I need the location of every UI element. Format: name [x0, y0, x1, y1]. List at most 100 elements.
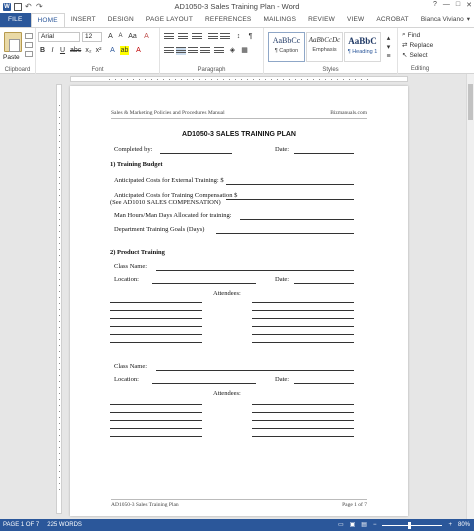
align-center-icon[interactable] [176, 47, 186, 55]
font-color-icon[interactable]: A [134, 46, 143, 55]
format-painter-icon[interactable] [25, 51, 33, 57]
tab-design[interactable]: DESIGN [102, 13, 140, 27]
vertical-scrollbar[interactable] [466, 74, 474, 519]
tab-page-layout[interactable]: PAGE LAYOUT [140, 13, 199, 27]
select-button[interactable]: ↖ Select [402, 51, 428, 60]
cut-icon[interactable] [25, 33, 33, 39]
attendee-line[interactable] [252, 342, 354, 343]
man-hours-line[interactable] [240, 219, 354, 220]
attendee-line[interactable] [110, 342, 202, 343]
minimize-button[interactable]: — [443, 1, 450, 9]
zoom-slider[interactable] [382, 521, 443, 529]
font-name-select[interactable]: Arial [38, 32, 80, 42]
zoom-out-icon[interactable]: − [373, 519, 377, 531]
date-line-3[interactable] [294, 383, 354, 384]
attendee-line[interactable] [110, 326, 202, 327]
shrink-font-icon[interactable]: A [116, 32, 125, 41]
tab-references[interactable]: REFERENCES [199, 13, 257, 27]
highlight-icon[interactable]: ab [120, 46, 129, 55]
bold-button[interactable]: B [38, 46, 47, 55]
page-count[interactable]: PAGE 1 OF 7 [3, 519, 39, 531]
strikethrough-icon[interactable]: abc [70, 46, 81, 55]
align-left-icon[interactable] [164, 47, 174, 55]
replace-button[interactable]: ⇄ Replace [402, 41, 433, 50]
class-name-line[interactable] [156, 270, 354, 271]
grow-font-icon[interactable]: A [106, 32, 115, 41]
attendee-line[interactable] [110, 334, 202, 335]
document-page[interactable]: Sales & Marketing Policies and Procedure… [70, 86, 408, 516]
attendee-line[interactable] [110, 436, 202, 437]
completed-by-line[interactable] [160, 153, 232, 154]
attendee-line[interactable] [110, 318, 202, 319]
web-layout-icon[interactable]: ▤ [361, 519, 367, 531]
read-mode-icon[interactable]: ▭ [338, 519, 344, 531]
align-right-icon[interactable] [188, 47, 198, 55]
attendee-line[interactable] [110, 412, 202, 413]
numbering-icon[interactable] [178, 33, 188, 41]
font-size-select[interactable]: 12 [82, 32, 102, 42]
shading-icon[interactable]: ◈ [228, 46, 237, 55]
tab-home[interactable]: HOME [30, 13, 65, 27]
change-case-icon[interactable]: Aa [128, 32, 137, 41]
location-line-2[interactable] [152, 383, 256, 384]
attendee-line[interactable] [252, 404, 354, 405]
decrease-indent-icon[interactable] [208, 33, 218, 41]
attendee-line[interactable] [110, 420, 202, 421]
underline-button[interactable]: U [58, 46, 67, 55]
attendee-line[interactable] [252, 310, 354, 311]
styles-scroll-up-icon[interactable]: ▴ [384, 34, 393, 43]
style-emphasis[interactable]: AaBbCcDc Emphasis [306, 32, 343, 62]
date-line[interactable] [294, 153, 354, 154]
word-count[interactable]: 225 WORDS [47, 519, 82, 531]
attendee-line[interactable] [252, 420, 354, 421]
increase-indent-icon[interactable] [220, 33, 230, 41]
line-spacing-icon[interactable] [214, 47, 224, 55]
attendee-line[interactable] [252, 412, 354, 413]
attendee-line[interactable] [252, 428, 354, 429]
bullets-icon[interactable] [164, 33, 174, 41]
zoom-level[interactable]: 80% [458, 519, 470, 531]
scrollbar-thumb[interactable] [468, 84, 473, 120]
justify-icon[interactable] [200, 47, 210, 55]
multilevel-list-icon[interactable] [192, 33, 202, 41]
paste-label[interactable]: Paste [3, 54, 20, 61]
borders-icon[interactable]: ▦ [240, 46, 249, 55]
copy-icon[interactable] [25, 42, 33, 48]
clear-formatting-icon[interactable]: A [142, 32, 151, 41]
external-training-line[interactable] [226, 184, 354, 185]
help-button[interactable]: ? [433, 1, 437, 9]
tab-mailings[interactable]: MAILINGS [257, 13, 302, 27]
location-line[interactable] [152, 283, 256, 284]
horizontal-ruler[interactable] [70, 76, 408, 82]
zoom-in-icon[interactable]: + [448, 519, 452, 531]
close-button[interactable]: ✕ [466, 1, 472, 9]
find-button[interactable]: ⌕ Find [402, 31, 420, 39]
attendee-line[interactable] [252, 318, 354, 319]
text-effects-icon[interactable]: A [108, 46, 117, 55]
tab-file[interactable]: FILE [0, 13, 31, 27]
attendee-line[interactable] [110, 404, 202, 405]
maximize-button[interactable]: □ [456, 1, 460, 9]
tab-acrobat[interactable]: ACROBAT [370, 13, 414, 27]
attendee-line[interactable] [110, 428, 202, 429]
attendee-line[interactable] [252, 326, 354, 327]
class-name-line-2[interactable] [156, 370, 354, 371]
attendee-line[interactable] [252, 302, 354, 303]
tab-review[interactable]: REVIEW [302, 13, 341, 27]
superscript-icon[interactable]: x² [94, 46, 103, 55]
paste-icon[interactable] [4, 32, 22, 52]
attendee-line[interactable] [252, 436, 354, 437]
attendee-line[interactable] [110, 302, 202, 303]
vertical-ruler[interactable] [56, 84, 62, 514]
department-goals-line[interactable] [216, 233, 354, 234]
show-formatting-icon[interactable]: ¶ [246, 32, 255, 41]
subscript-icon[interactable]: x₂ [84, 46, 93, 55]
style-caption[interactable]: AaBbCc ¶ Caption [268, 32, 305, 62]
attendee-line[interactable] [252, 334, 354, 335]
style-heading-1[interactable]: AaBbC ¶ Heading 1 [344, 32, 381, 62]
date-line-2[interactable] [294, 283, 354, 284]
training-compensation-line[interactable] [226, 199, 354, 200]
tab-insert[interactable]: INSERT [65, 13, 102, 27]
styles-more-icon[interactable]: ≡ [384, 52, 393, 61]
styles-scroll-down-icon[interactable]: ▾ [384, 43, 393, 52]
